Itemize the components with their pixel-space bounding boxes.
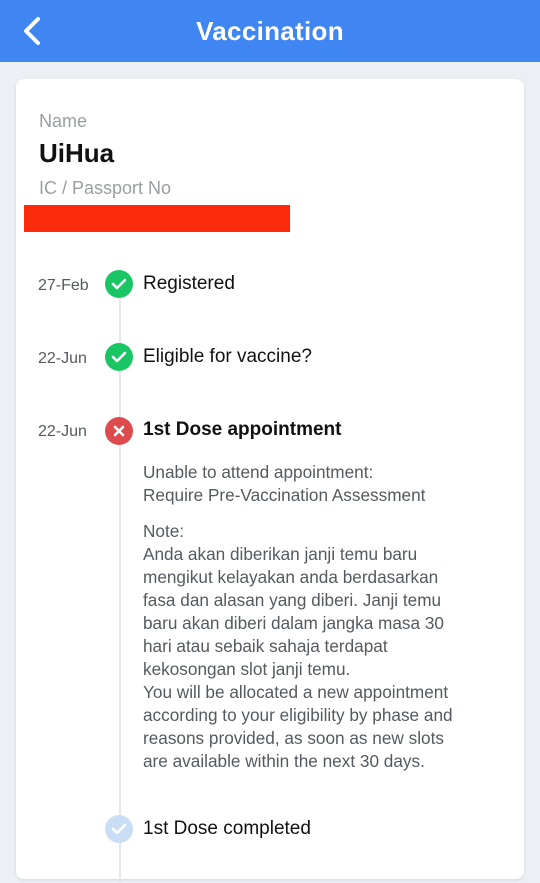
status-done-badge	[105, 270, 133, 298]
appointment-note: Note: Anda akan diberikan janji temu bar…	[143, 521, 453, 771]
app-bar: Vaccination	[0, 0, 540, 62]
timeline-line	[119, 283, 121, 883]
id-label: IC / Passport No	[39, 178, 172, 198]
check-icon	[111, 351, 127, 363]
timeline-date: 27-Feb	[38, 277, 89, 294]
status-pending-badge	[105, 815, 133, 843]
appointment-reason: Unable to attend appointment: Require Pr…	[143, 462, 426, 505]
status-done-badge	[105, 343, 133, 371]
name-value: UiHua	[39, 138, 115, 168]
back-button[interactable]	[14, 13, 50, 49]
page-title: Vaccination	[196, 15, 344, 46]
check-icon	[111, 823, 127, 835]
name-label: Name	[39, 111, 88, 131]
status-failed-badge	[105, 417, 133, 445]
timeline-date: 22-Jun	[38, 423, 87, 440]
timeline-step-label: 1st Dose completed	[143, 818, 311, 839]
timeline-step-label: Registered	[143, 273, 235, 294]
timeline-step-label: Eligible for vaccine?	[143, 346, 312, 367]
check-icon	[111, 278, 127, 290]
cross-icon	[113, 425, 125, 437]
timeline-step-label: 1st Dose appointment	[143, 419, 342, 440]
chevron-left-icon	[24, 17, 40, 45]
vaccination-card: Name UiHua IC / Passport No 27-Feb Regis…	[16, 79, 524, 883]
timeline-date: 22-Jun	[38, 350, 87, 367]
redacted-id-value	[24, 205, 290, 232]
